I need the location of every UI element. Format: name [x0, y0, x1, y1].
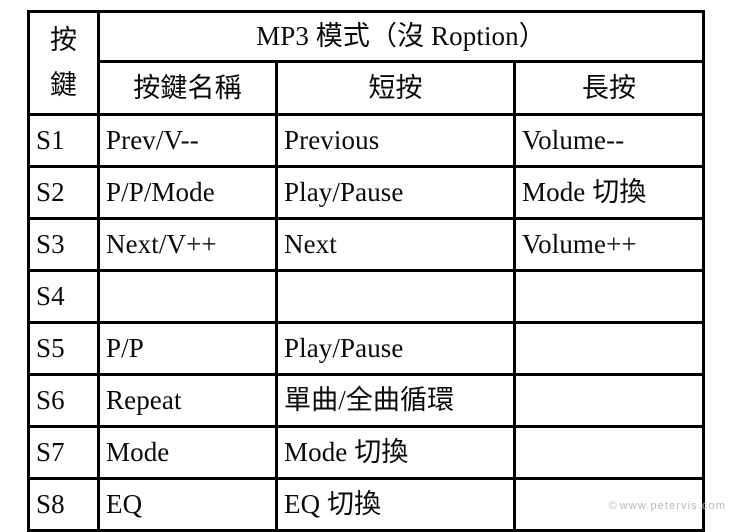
cell-short-press: Previous	[275, 113, 516, 168]
table-row: S3 Next/V++ Next Volume++	[27, 217, 706, 272]
column-header-long-press: 長按	[512, 60, 706, 116]
table-title: MP3 模式（沒 Roption）	[96, 10, 706, 63]
cell-long-press: Mode 切換	[512, 165, 706, 220]
table-row: S5 P/P Play/Pause	[27, 321, 706, 376]
cell-long-press: Volume--	[512, 113, 706, 168]
cell-long-press	[512, 321, 706, 376]
cell-short-press: Mode 切換	[275, 425, 516, 480]
table-row: S1 Prev/V-- Previous Volume--	[27, 113, 706, 168]
cell-key-name: P/P/Mode	[97, 165, 278, 220]
row-key: S7	[27, 425, 100, 480]
cell-short-press	[275, 269, 516, 324]
cell-short-press: Play/Pause	[275, 321, 516, 376]
cell-short-press: Play/Pause	[275, 165, 516, 220]
cell-key-name	[97, 269, 278, 324]
cell-key-name: Repeat	[97, 373, 278, 428]
watermark-text: www.petervis.com	[619, 500, 726, 512]
watermark: © www.petervis.com	[609, 500, 726, 512]
row-key: S4	[27, 269, 100, 324]
table-column-header-row: 按鍵名稱 短按 長按	[29, 60, 706, 116]
cell-long-press	[512, 269, 706, 324]
table-row: S7 Mode Mode 切換	[27, 425, 706, 480]
row-key: S1	[27, 113, 100, 168]
row-key: S3	[27, 217, 100, 272]
cell-key-name: Next/V++	[97, 217, 278, 272]
key-column-header-line1: 按	[49, 24, 78, 55]
row-key: S5	[27, 321, 100, 376]
cell-key-name: P/P	[97, 321, 278, 376]
table-row: S6 Repeat 單曲/全曲循環	[27, 373, 706, 428]
cell-key-name: Prev/V--	[97, 113, 278, 168]
cell-short-press: 單曲/全曲循環	[275, 373, 516, 428]
table-row: S2 P/P/Mode Play/Pause Mode 切換	[27, 165, 706, 220]
mp3-key-function-table: 按 鍵 MP3 模式（沒 Roption） 按鍵名稱 短按 長按 S1 Prev…	[27, 10, 706, 532]
cell-long-press: Volume++	[512, 217, 706, 272]
table-row: S4	[27, 269, 706, 324]
cell-short-press: EQ 切換	[275, 477, 516, 532]
cell-short-press: Next	[275, 217, 516, 272]
cell-long-press	[512, 373, 706, 428]
column-header-key-name: 按鍵名稱	[97, 60, 278, 116]
row-key: S8	[27, 477, 100, 532]
key-column-header: 按 鍵	[27, 10, 100, 116]
row-key: S2	[27, 165, 100, 220]
table-header-title-row: 按 鍵 MP3 模式（沒 Roption）	[27, 10, 706, 116]
column-header-short-press: 短按	[275, 60, 516, 116]
row-key: S6	[27, 373, 100, 428]
cell-long-press	[512, 425, 706, 480]
cell-key-name: Mode	[97, 425, 278, 480]
key-column-header-line2: 鍵	[49, 70, 78, 101]
copyright-icon: ©	[608, 500, 618, 512]
table-row: S8 EQ EQ 切換	[27, 477, 706, 532]
cell-key-name: EQ	[97, 477, 278, 532]
document-root: 按 鍵 MP3 模式（沒 Roption） 按鍵名稱 短按 長按 S1 Prev…	[0, 0, 730, 532]
